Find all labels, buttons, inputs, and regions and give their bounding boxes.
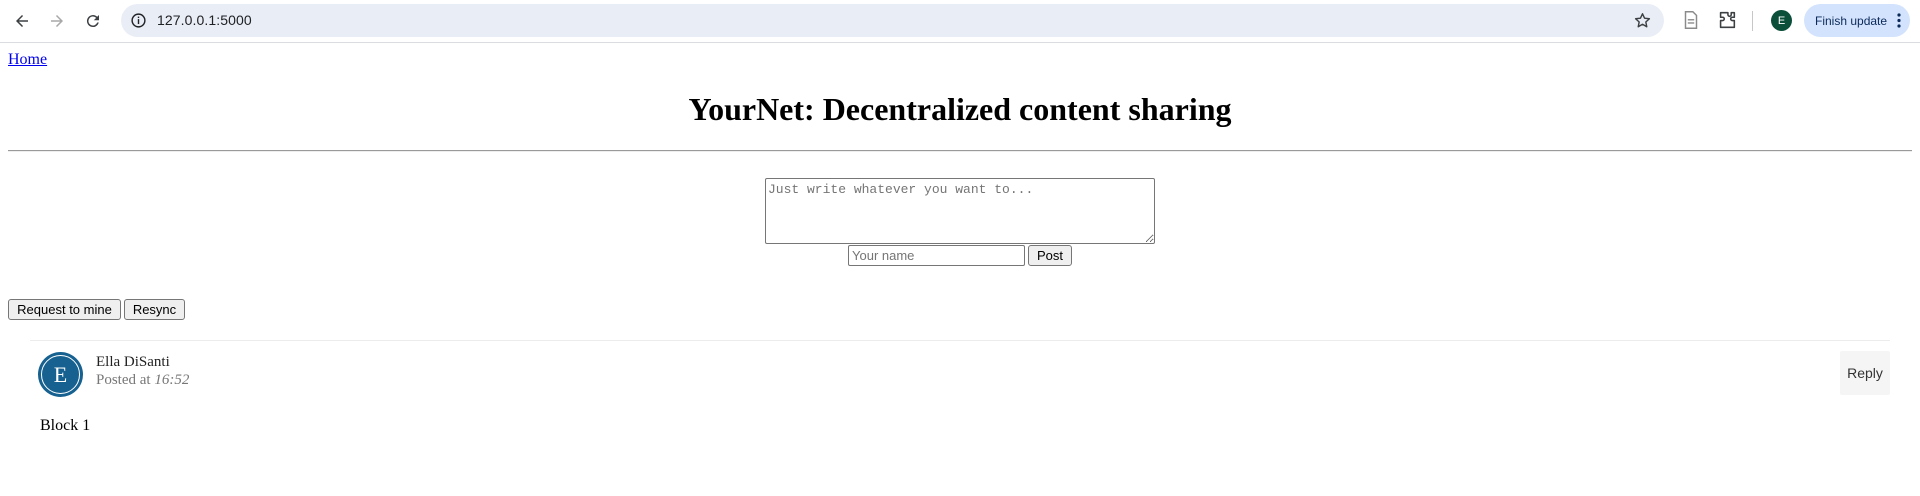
resync-button[interactable]: Resync	[124, 299, 185, 320]
post-author: Ella DiSanti	[96, 354, 170, 370]
post-divider	[30, 340, 1890, 341]
reload-button[interactable]	[80, 8, 106, 34]
url-text[interactable]: 127.0.0.1:5000	[157, 12, 252, 28]
back-button[interactable]	[9, 8, 35, 34]
finish-update-button[interactable]: Finish update	[1804, 4, 1910, 37]
page-title: YourNet: Decentralized content sharing	[688, 91, 1232, 127]
star-icon[interactable]	[1633, 11, 1652, 30]
post-content: Block 1	[40, 417, 91, 434]
info-icon[interactable]	[130, 12, 147, 29]
author-name-input[interactable]	[848, 245, 1025, 266]
extensions-icon[interactable]	[1716, 9, 1738, 31]
back-arrow-icon	[16, 15, 28, 27]
forward-arrow-icon	[51, 15, 63, 27]
post-timestamp: Posted at 16:52	[96, 372, 189, 389]
kebab-menu-icon	[1897, 13, 1901, 28]
profile-avatar[interactable]: E	[1771, 10, 1792, 31]
horizontal-rule	[8, 150, 1912, 152]
toolbar-divider	[1752, 11, 1753, 31]
author-avatar: E	[38, 352, 83, 397]
avatar-initial: E	[53, 361, 68, 387]
home-link[interactable]: Home	[8, 51, 47, 69]
posted-time: 16:52	[154, 372, 190, 388]
reload-icon	[86, 15, 99, 28]
address-bar[interactable]: 127.0.0.1:5000	[121, 4, 1664, 37]
post-button[interactable]: Post	[1028, 245, 1072, 266]
post-content-textarea[interactable]	[765, 178, 1155, 244]
finish-update-label: Finish update	[1815, 13, 1888, 28]
reading-list-icon[interactable]	[1680, 9, 1702, 31]
posted-prefix: Posted at	[96, 372, 151, 388]
forward-button[interactable]	[44, 8, 70, 34]
browser-toolbar: 127.0.0.1:5000 E Finish update	[0, 0, 1920, 43]
request-to-mine-button[interactable]: Request to mine	[8, 299, 121, 320]
reply-button[interactable]: Reply	[1840, 351, 1890, 395]
